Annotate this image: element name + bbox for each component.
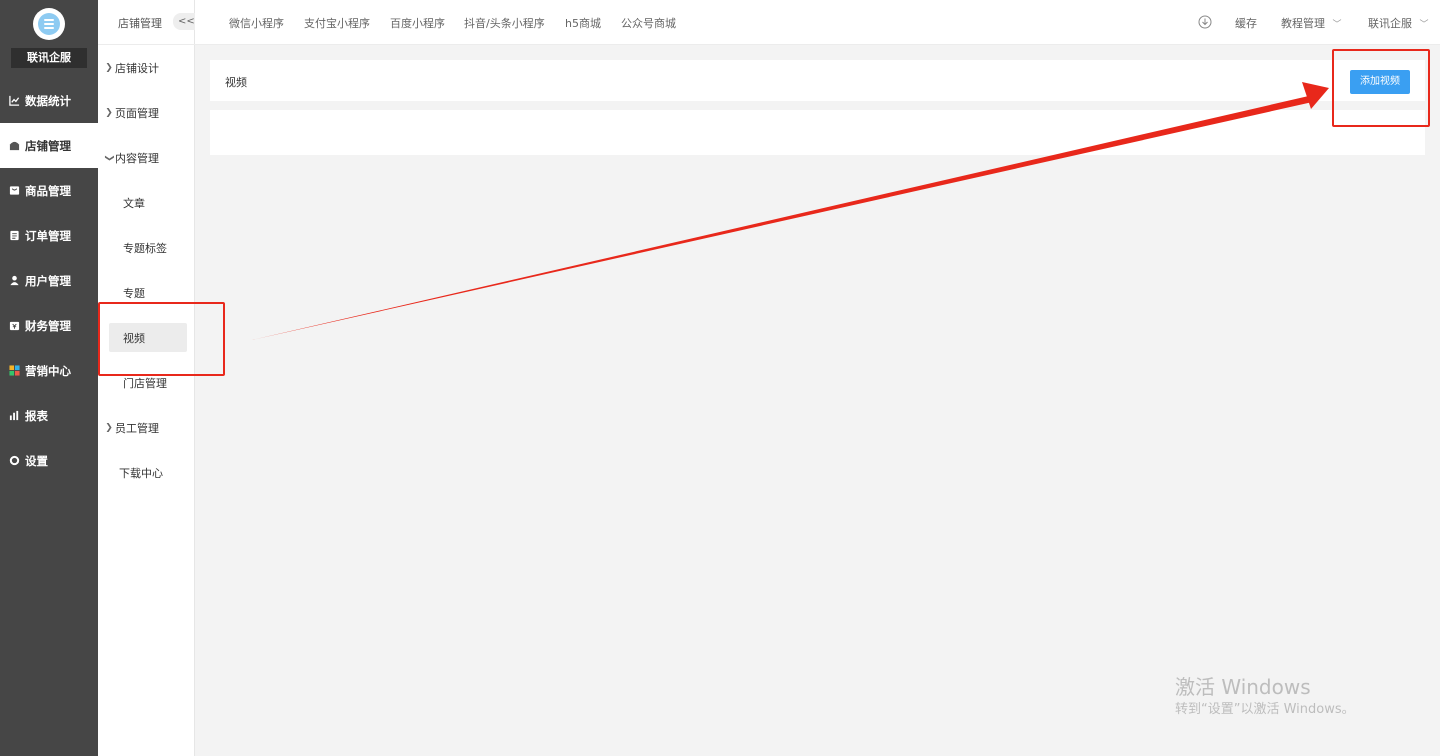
chevron-down-icon: ﹀ (1419, 20, 1429, 30)
sub-item-topic-tags[interactable]: 专题标签 (98, 238, 195, 258)
tab-douyin-miniprogram[interactable]: 抖音/头条小程序 (464, 15, 545, 31)
tab-wechat-miniprogram[interactable]: 微信小程序 (229, 15, 284, 31)
logo-icon (33, 8, 65, 40)
sub-sidebar-header: 店铺管理 << (98, 0, 197, 45)
sub-item-label: 下载中心 (119, 467, 163, 480)
nav-item-label: 财务管理 (25, 318, 71, 333)
finance-icon (9, 320, 20, 331)
user-icon (9, 275, 20, 286)
account-menu-label: 联讯企服 (1368, 17, 1412, 30)
tutorial-menu-label: 教程管理 (1281, 17, 1325, 30)
main-nav: 数据统计 店铺管理 商品管理 订单管理 用户管理 财务管理 营销中心 报表 设置 (0, 78, 98, 483)
sub-sidebar: 店铺管理 << ❯ 店铺设计 ❯ 页面管理 ❯ 内容管理 文章 专题标签 专题 … (98, 0, 197, 756)
brand-name: 联讯企服 (11, 48, 87, 68)
sub-item-download-center[interactable]: 下载中心 (98, 463, 195, 483)
account-menu[interactable]: 联讯企服 ﹀ (1368, 15, 1429, 31)
video-list-panel (210, 110, 1425, 155)
line-chart-icon (9, 95, 20, 106)
video-panel-header: 视频 添加视频 (210, 60, 1425, 101)
sub-item-staff-management[interactable]: ❯ 员工管理 (98, 418, 195, 438)
sub-item-articles[interactable]: 文章 (98, 193, 195, 213)
tutorial-menu[interactable]: 教程管理 ﹀ (1281, 15, 1342, 31)
order-icon (9, 230, 20, 241)
nav-item-label: 订单管理 (25, 228, 71, 243)
top-bar: 微信小程序 支付宝小程序 百度小程序 抖音/头条小程序 h5商城 公众号商城 缓… (195, 0, 1440, 45)
annotation-box-add-button (1332, 49, 1430, 127)
sub-item-content-management[interactable]: ❯ 内容管理 (98, 148, 195, 168)
download-icon[interactable] (1198, 15, 1212, 29)
sub-item-label: 页面管理 (115, 107, 159, 120)
windows-watermark-title: 激活 Windows (1175, 675, 1311, 699)
sub-sidebar-title: 店铺管理 (118, 17, 162, 30)
annotation-box-videos (98, 302, 225, 376)
nav-item-label: 商品管理 (25, 183, 71, 198)
nav-item-label: 数据统计 (25, 93, 71, 108)
nav-item-users[interactable]: 用户管理 (0, 258, 98, 303)
bar-chart-icon (9, 410, 20, 421)
tab-baidu-miniprogram[interactable]: 百度小程序 (390, 15, 445, 31)
sub-item-label: 内容管理 (115, 152, 159, 165)
cache-button[interactable]: 缓存 (1235, 15, 1257, 31)
sub-item-label: 员工管理 (115, 422, 159, 435)
nav-item-reports[interactable]: 报表 (0, 393, 98, 438)
nav-item-marketing[interactable]: 营销中心 (0, 348, 98, 393)
nav-item-settings[interactable]: 设置 (0, 438, 98, 483)
marketing-icon (9, 365, 20, 376)
sub-item-page-management[interactable]: ❯ 页面管理 (98, 103, 195, 123)
tab-alipay-miniprogram[interactable]: 支付宝小程序 (304, 15, 370, 31)
nav-item-statistics[interactable]: 数据统计 (0, 78, 98, 123)
sub-item-topics[interactable]: 专题 (98, 283, 195, 303)
sub-item-label: 门店管理 (123, 377, 167, 390)
box-icon (9, 185, 20, 196)
chevron-right-icon: ❯ (105, 108, 113, 118)
tab-h5-mall[interactable]: h5商城 (565, 15, 601, 31)
sub-item-label: 店铺设计 (115, 62, 159, 75)
nav-item-orders[interactable]: 订单管理 (0, 213, 98, 258)
collapse-sidebar-button[interactable]: << (173, 13, 197, 30)
nav-item-label: 营销中心 (25, 363, 71, 378)
chevron-right-icon: ❯ (105, 423, 113, 433)
tab-official-account-mall[interactable]: 公众号商城 (621, 15, 676, 31)
sub-item-store-management[interactable]: 门店管理 (98, 373, 195, 393)
main-sidebar: 联讯企服 数据统计 店铺管理 商品管理 订单管理 用户管理 财务管理 营销中心 … (0, 0, 98, 756)
nav-item-shop[interactable]: 店铺管理 (0, 123, 98, 168)
sub-item-label: 文章 (123, 197, 145, 210)
chevron-down-icon: ﹀ (1332, 20, 1342, 30)
nav-item-label: 用户管理 (25, 273, 71, 288)
nav-item-label: 店铺管理 (25, 138, 71, 153)
chevron-right-icon: ❯ (105, 63, 113, 73)
sub-item-label: 专题 (123, 287, 145, 300)
gear-icon (9, 455, 20, 466)
nav-item-goods[interactable]: 商品管理 (0, 168, 98, 213)
page-title: 视频 (225, 76, 247, 89)
sub-item-shop-design[interactable]: ❯ 店铺设计 (98, 58, 195, 78)
chevron-down-icon: ❯ (104, 154, 114, 162)
sub-item-label: 专题标签 (123, 242, 167, 255)
shop-icon (9, 140, 20, 151)
windows-watermark-subtitle: 转到“设置”以激活 Windows。 (1175, 702, 1355, 717)
nav-item-finance[interactable]: 财务管理 (0, 303, 98, 348)
nav-item-label: 报表 (25, 408, 48, 423)
nav-item-label: 设置 (25, 453, 48, 468)
